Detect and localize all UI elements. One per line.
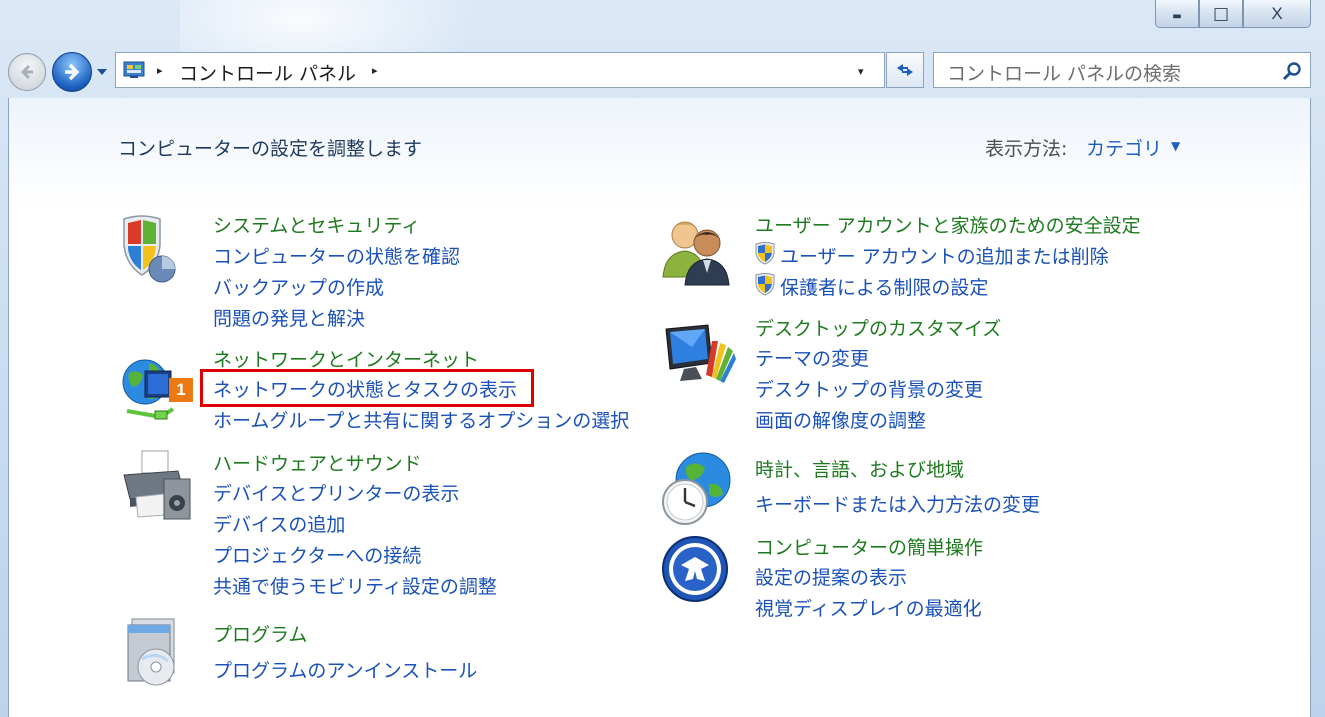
printer-icon: [123, 450, 191, 520]
chevron-down-icon[interactable]: ▼: [1171, 139, 1180, 153]
breadcrumb-separator[interactable]: ▸: [157, 64, 163, 77]
address-dropdown-icon[interactable]: ▾: [858, 65, 864, 78]
minimize-icon: ▬: [1172, 11, 1182, 22]
users-icon: [662, 221, 730, 286]
link-change-keyboard-input[interactable]: キーボードまたは入力方法の変更: [755, 490, 1040, 517]
highlight-annotation: [200, 369, 534, 407]
programs-icon: [127, 618, 175, 686]
maximize-icon: □: [1212, 3, 1230, 24]
link-parental-controls[interactable]: 保護者による制限の設定: [780, 273, 988, 300]
clock-globe-icon: [662, 452, 731, 525]
refresh-button[interactable]: [886, 52, 924, 88]
search-input[interactable]: コントロール パネルの検索: [933, 52, 1311, 88]
category-ease-of-access[interactable]: コンピューターの簡単操作: [755, 533, 983, 560]
link-homegroup-sharing[interactable]: ホームグループと共有に関するオプションの選択: [213, 406, 629, 433]
chevron-down-icon: [97, 69, 107, 75]
shield-icon: [123, 215, 176, 283]
breadcrumb-control-panel[interactable]: コントロール パネル: [179, 59, 356, 86]
link-devices-printers[interactable]: デバイスとプリンターの表示: [213, 479, 459, 506]
search-placeholder: コントロール パネルの検索: [947, 63, 1182, 85]
link-adjust-resolution[interactable]: 画面の解像度の調整: [755, 406, 926, 433]
back-arrow-icon: [20, 64, 33, 80]
uac-shield-icon: [755, 273, 775, 296]
page-title: コンピューターの設定を調整します: [118, 138, 423, 160]
minimize-button[interactable]: ▬: [1155, 0, 1199, 28]
uac-shield-icon: [755, 242, 775, 265]
recent-pages-button[interactable]: [95, 66, 109, 78]
link-connect-projector[interactable]: プロジェクターへの接続: [213, 541, 421, 568]
category-desktop-customization[interactable]: デスクトップのカスタマイズ: [755, 314, 1001, 341]
link-troubleshoot[interactable]: 問題の発見と解決: [213, 304, 365, 331]
link-change-theme[interactable]: テーマの変更: [755, 344, 869, 371]
link-mobility-settings[interactable]: 共通で使うモビリティ設定の調整: [213, 572, 497, 599]
ease-of-access-icon: [662, 536, 728, 602]
link-change-background[interactable]: デスクトップの背景の変更: [755, 375, 983, 402]
maximize-button[interactable]: □: [1199, 0, 1243, 28]
category-user-accounts[interactable]: ユーザー アカウントと家族のための安全設定: [755, 211, 1141, 238]
desktop-display-icon: [665, 324, 736, 383]
view-by-dropdown[interactable]: カテゴリ: [1086, 134, 1162, 161]
link-optimize-display[interactable]: 視覚ディスプレイの最適化: [755, 594, 982, 621]
refresh-icon: [897, 64, 913, 76]
forward-button[interactable]: [52, 52, 92, 92]
category-hardware-sound[interactable]: ハードウェアとサウンド: [213, 449, 422, 476]
view-by-label: 表示方法:: [985, 138, 1068, 160]
link-add-remove-user-accounts[interactable]: ユーザー アカウントの追加または削除: [780, 242, 1109, 269]
link-add-device[interactable]: デバイスの追加: [213, 510, 345, 537]
address-bar[interactable]: ▸ コントロール パネル ▸ ▾: [115, 52, 885, 88]
close-button[interactable]: X: [1243, 0, 1311, 28]
search-icon[interactable]: [1282, 61, 1302, 81]
back-button[interactable]: [8, 53, 46, 91]
link-uninstall-program[interactable]: プログラムのアンインストール: [213, 656, 477, 683]
forward-arrow-icon: [65, 63, 80, 81]
breadcrumb-separator[interactable]: ▸: [372, 64, 378, 77]
category-programs[interactable]: プログラム: [213, 620, 307, 647]
category-clock-language-region[interactable]: 時計、言語、および地域: [755, 455, 964, 482]
content-pane: コンピューターの設定を調整します 表示方法: カテゴリ ▼ システムとセキュリテ…: [8, 98, 1311, 717]
control-panel-icon: [123, 61, 145, 78]
close-icon: X: [1271, 3, 1283, 23]
category-system-security[interactable]: システムとセキュリティ: [213, 211, 420, 238]
link-check-computer-status[interactable]: コンピューターの状態を確認: [213, 242, 460, 269]
link-suggested-settings[interactable]: 設定の提案の表示: [755, 563, 907, 590]
category-network-internet[interactable]: ネットワークとインターネット: [213, 345, 479, 372]
link-create-backup[interactable]: バックアップの作成: [213, 273, 384, 300]
step-badge: 1: [169, 378, 193, 402]
